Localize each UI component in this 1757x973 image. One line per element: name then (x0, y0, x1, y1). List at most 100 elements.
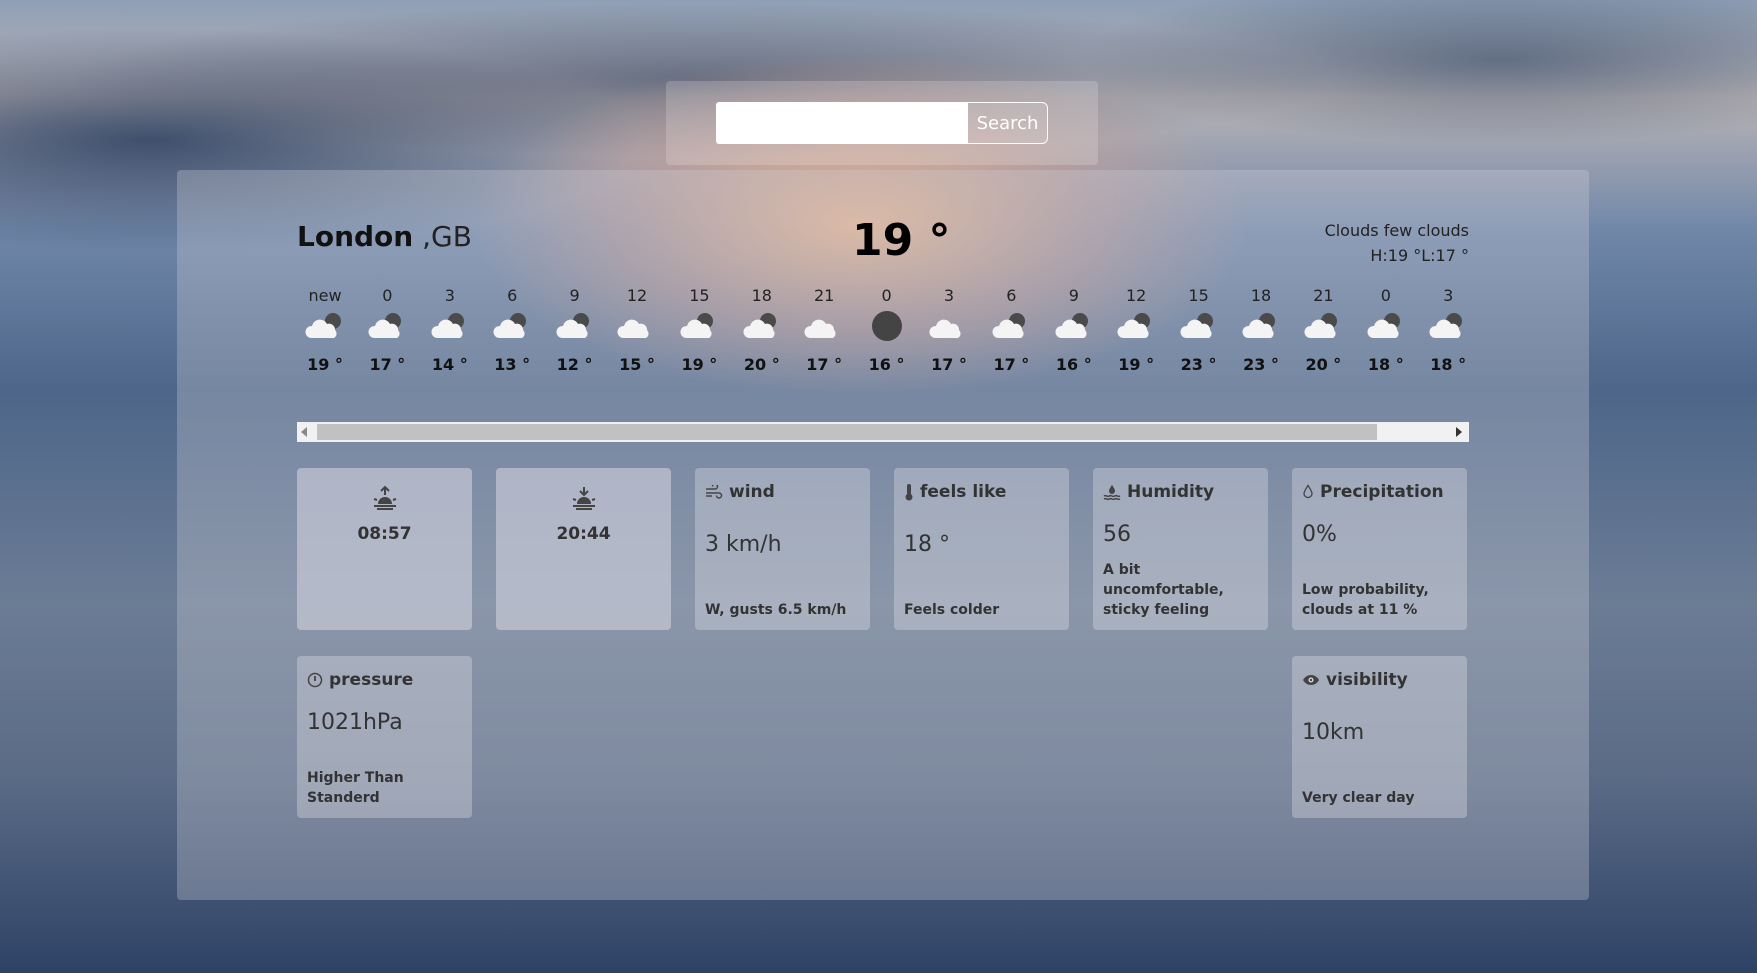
visibility-value: 10km (1302, 720, 1365, 745)
hour-item: 12 19 ° (1105, 284, 1167, 376)
scroll-thumb[interactable] (317, 424, 1377, 440)
eye-icon (1303, 675, 1319, 685)
partly-cloudy-icon (544, 308, 606, 354)
partly-cloudy-icon (1355, 308, 1417, 354)
feels-like-card: feels like 18 ° Feels colder (894, 468, 1069, 630)
hour-item: 6 13 ° (481, 284, 543, 376)
cloud-icon (918, 308, 980, 354)
droplet-icon (1303, 484, 1313, 499)
country-code: ,GB (422, 220, 472, 253)
partly-cloudy-icon (1043, 308, 1105, 354)
hour-temp: 20 ° (743, 355, 780, 374)
hour-item: 18 23 ° (1230, 284, 1292, 376)
hour-time: 18 (1250, 286, 1272, 305)
hour-item: 21 17 ° (793, 284, 855, 376)
partly-cloudy-icon (419, 308, 481, 354)
hour-time: 3 (943, 286, 955, 305)
thermometer-icon (905, 484, 913, 501)
hour-time: 18 (751, 286, 772, 305)
hour-temp: 13 ° (494, 355, 531, 374)
hour-time: 15 (689, 286, 710, 305)
partly-cloudy-icon (1105, 308, 1167, 354)
hour-temp: 15 ° (619, 355, 655, 374)
partly-cloudy-icon (668, 308, 730, 354)
hour-time: 0 (1380, 286, 1391, 305)
sunrise-card: 08:57 (297, 468, 472, 630)
precipitation-note: Low probability, clouds at 11 % (1302, 582, 1429, 618)
hour-temp: 18 ° (1367, 355, 1404, 374)
scroll-left-icon[interactable] (301, 427, 307, 437)
partly-cloudy-icon (1230, 308, 1292, 354)
gauge-icon (307, 672, 323, 688)
visibility-note: Very clear day (1302, 790, 1415, 806)
cloud-icon (793, 308, 855, 354)
partly-cloudy-icon (1292, 308, 1354, 354)
hour-temp: 14 ° (431, 355, 468, 374)
partly-cloudy-icon (980, 308, 1042, 354)
hour-item: 6 17 ° (980, 284, 1042, 376)
hour-time: 15 (1188, 286, 1209, 305)
hour-temp: 19 ° (307, 355, 343, 374)
scroll-right-icon[interactable] (1456, 427, 1462, 437)
cloud-icon (606, 308, 668, 354)
sunset-time: 20:44 (556, 524, 611, 544)
hour-time: 12 (626, 286, 648, 305)
wind-title: wind (729, 482, 775, 502)
weather-summary: Clouds few clouds H:19 °L:17 ° (1325, 218, 1469, 268)
hour-temp: 17 ° (993, 355, 1030, 374)
partly-cloudy-icon (1417, 308, 1469, 354)
hourly-forecast[interactable]: new 19 ° 0 17 ° 3 14 ° 6 13 ° 9 12 ° 12 15 ° 15 19 ° 1… (297, 284, 1469, 376)
hour-item: 9 16 ° (1043, 284, 1105, 376)
search-button[interactable]: Search (967, 102, 1048, 144)
hourly-scrollbar[interactable] (297, 422, 1469, 442)
hour-temp: 18 ° (1430, 355, 1467, 374)
hour-time: new (308, 286, 342, 305)
humidity-value: 56 (1103, 522, 1131, 547)
wind-card: wind 3 km/h W, gusts 6.5 km/h (695, 468, 870, 630)
wind-icon (706, 485, 723, 499)
visibility-title: visibility (1326, 670, 1408, 690)
pressure-value: 1021hPa (307, 710, 403, 735)
pressure-title: pressure (329, 670, 414, 690)
search-input[interactable] (716, 102, 967, 144)
hour-item: 18 20 ° (731, 284, 793, 376)
sunset-icon (506, 484, 661, 516)
current-temperature: 19 ° (852, 215, 951, 266)
humidity-icon (1103, 485, 1121, 500)
night-cloud-icon (297, 308, 356, 354)
hour-item: 15 19 ° (668, 284, 730, 376)
weather-description: Clouds few clouds (1324, 221, 1469, 240)
hour-temp: 23 ° (1180, 355, 1217, 374)
hour-time: 0 (881, 286, 892, 305)
hour-item: 3 17 ° (918, 284, 980, 376)
search-bar: Search (666, 81, 1098, 165)
hour-time: 21 (1313, 286, 1334, 305)
sunset-card: 20:44 (496, 468, 671, 630)
hour-temp: 12 ° (556, 355, 593, 374)
hour-item: 3 18 ° (1417, 284, 1469, 376)
sunrise-time: 08:57 (357, 524, 412, 544)
hour-temp: 17 ° (369, 355, 406, 374)
pressure-note: Higher Than Standerd (307, 770, 404, 806)
partly-cloudy-icon (1168, 308, 1230, 354)
moon-icon (856, 308, 918, 354)
hour-item: 0 17 ° (356, 284, 418, 376)
hour-temp: 16 ° (868, 355, 905, 374)
hour-temp: 20 ° (1305, 355, 1342, 374)
hour-time: 21 (814, 286, 835, 305)
precipitation-card: Precipitation 0% Low probability, clouds… (1292, 468, 1467, 630)
hour-time: 6 (507, 286, 518, 305)
hour-item: new 19 ° (297, 284, 356, 376)
hour-temp: 19 ° (1118, 355, 1155, 374)
hour-item: 3 14 ° (419, 284, 481, 376)
hour-item: 0 16 ° (856, 284, 918, 376)
feels-like-value: 18 ° (904, 532, 950, 557)
hour-temp: 17 ° (806, 355, 843, 374)
hour-item: 21 20 ° (1292, 284, 1354, 376)
precipitation-title: Precipitation (1320, 482, 1444, 502)
location: London ,GB (297, 220, 472, 253)
hour-temp: 19 ° (681, 355, 718, 374)
partly-cloudy-icon (356, 308, 418, 354)
hour-item: 15 23 ° (1168, 284, 1230, 376)
hour-time: 3 (1443, 286, 1454, 305)
